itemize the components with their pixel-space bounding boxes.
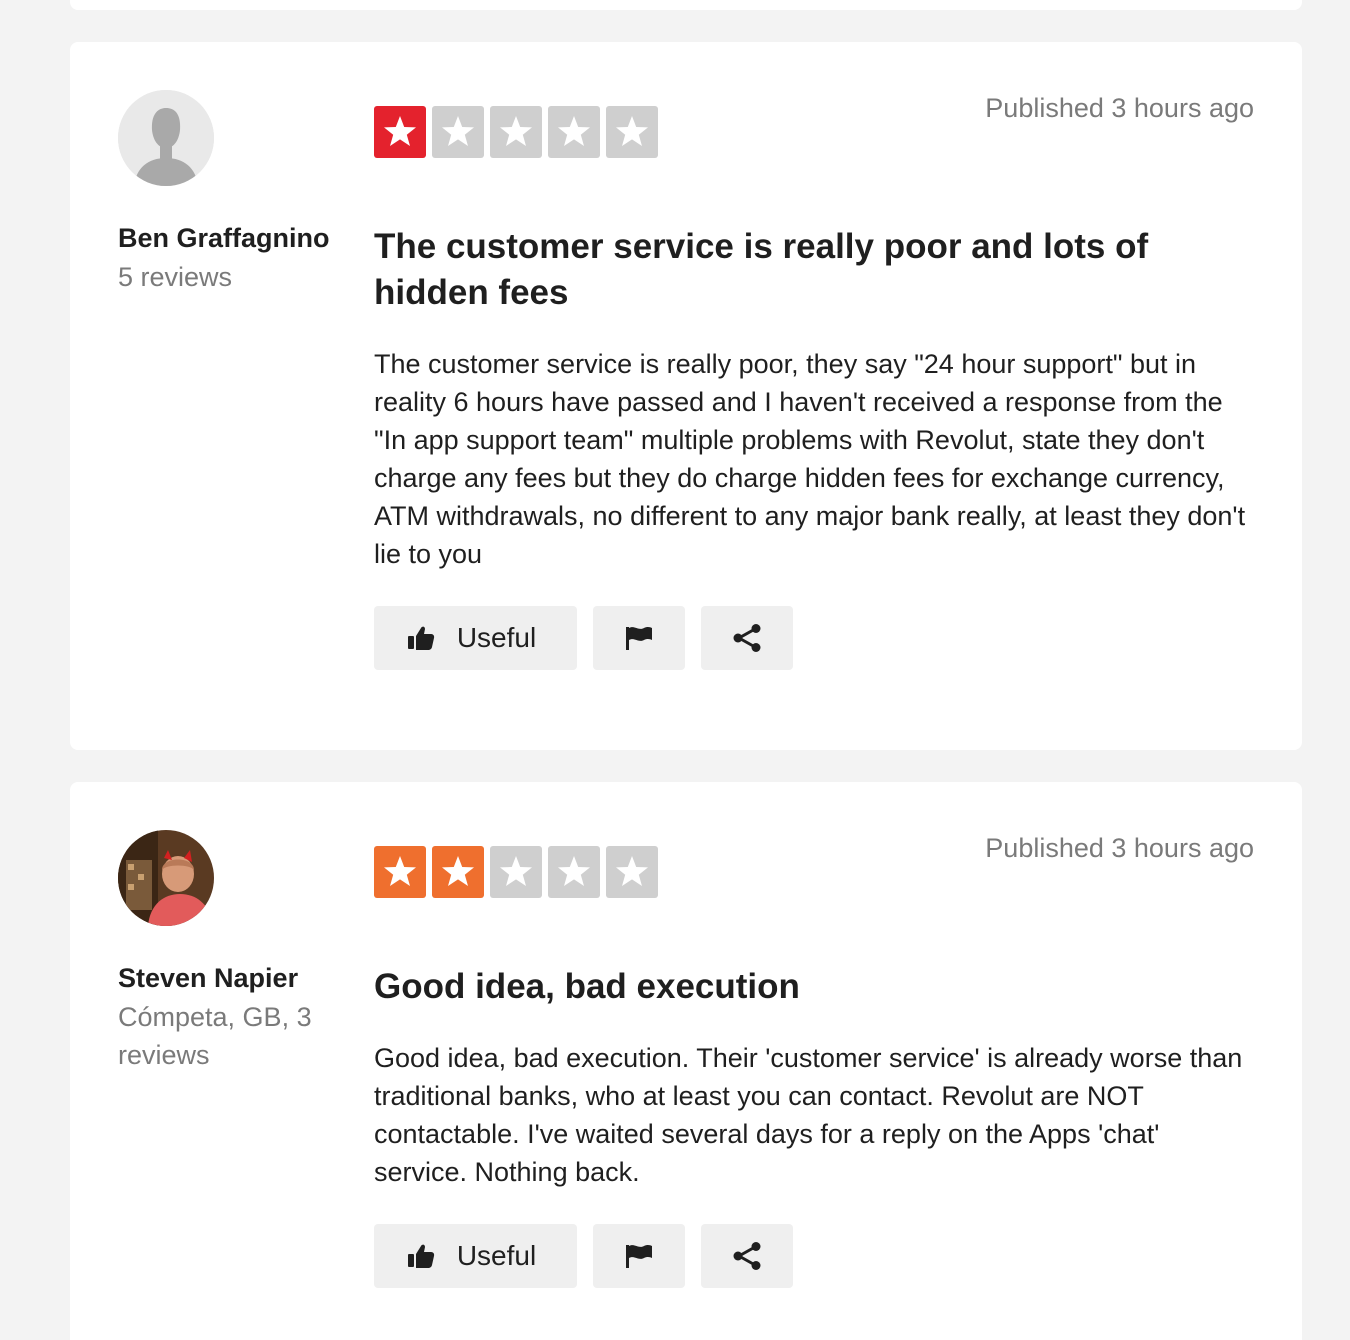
useful-label: Useful: [456, 622, 537, 653]
published-date: Published 3 hours ago: [985, 833, 1254, 863]
review-body: Good idea, bad execution. Their 'custome…: [374, 1043, 1243, 1187]
published-date: Published 3 hours ago: [985, 93, 1254, 123]
reviews-page: Ben Graffagnino 5 reviews Published 3 ho…: [0, 0, 1350, 1340]
star-empty-icon: [490, 846, 542, 898]
share-button[interactable]: [701, 606, 793, 670]
reviewer-review-count: 5 reviews: [118, 262, 233, 292]
useful-button[interactable]: Useful: [374, 1224, 577, 1288]
star-empty-icon: [606, 846, 658, 898]
review-body: The customer service is really poor, the…: [374, 349, 1246, 569]
star-empty-icon: [548, 846, 600, 898]
star-filled-icon: [374, 106, 426, 158]
thumbs-up-icon: [407, 626, 434, 650]
star-rating: [374, 846, 658, 898]
useful-label: Useful: [456, 1240, 537, 1271]
star-rating: [374, 106, 658, 158]
star-filled-icon: [374, 846, 426, 898]
reviewer-location-and-count: Cómpeta, GB, 3 reviews: [118, 1002, 312, 1070]
share-icon: [733, 1242, 761, 1270]
share-icon: [733, 624, 761, 652]
avatar[interactable]: [118, 830, 214, 926]
review-card: Ben Graffagnino 5 reviews Published 3 ho…: [70, 42, 1302, 750]
flag-icon: [626, 627, 652, 650]
reviewer-name[interactable]: Steven Napier: [118, 960, 348, 996]
flag-icon: [626, 1245, 652, 1268]
reviewer-name[interactable]: Ben Graffagnino: [118, 220, 348, 256]
review-title[interactable]: The customer service is really poor and …: [374, 224, 1234, 316]
avatar[interactable]: [118, 90, 214, 186]
user-photo-icon: [118, 830, 214, 926]
star-empty-icon: [490, 106, 542, 158]
review-card: Steven Napier Cómpeta, GB, 3 reviews Pub…: [70, 782, 1302, 1340]
flag-button[interactable]: [593, 606, 685, 670]
star-filled-icon: [432, 846, 484, 898]
flag-button[interactable]: [593, 1224, 685, 1288]
default-avatar-icon: [118, 90, 214, 186]
previous-review-card: [70, 0, 1302, 10]
share-button[interactable]: [701, 1224, 793, 1288]
thumbs-up-icon: [407, 1244, 434, 1268]
star-empty-icon: [548, 106, 600, 158]
useful-button[interactable]: Useful: [374, 606, 577, 670]
star-empty-icon: [606, 106, 658, 158]
review-title[interactable]: Good idea, bad execution: [374, 964, 1234, 1010]
star-empty-icon: [432, 106, 484, 158]
review-actions: Useful: [374, 606, 793, 670]
review-actions: Useful: [374, 1224, 793, 1288]
